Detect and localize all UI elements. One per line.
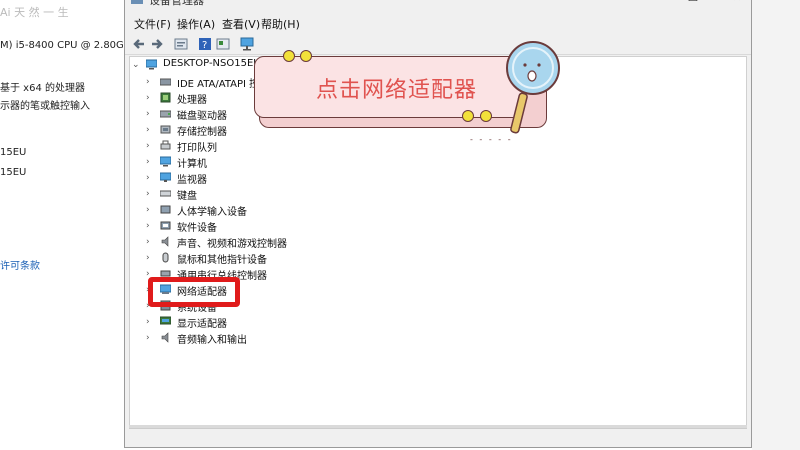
chevron-right-icon[interactable]: › [146, 237, 154, 247]
help-icon[interactable]: ? [197, 36, 213, 52]
pin-dot [462, 110, 474, 122]
keyboard-icon [159, 188, 172, 199]
pin-dot [300, 50, 312, 62]
menu-file[interactable]: 文件(F) [134, 16, 171, 32]
pin-dot [480, 110, 492, 122]
close-button[interactable]: ✕ [727, 0, 747, 4]
hid-icon [160, 204, 171, 215]
background-system-page: Ai 天 然 一 生 M) i5-8400 CPU @ 2.80GHz 基于 x… [0, 0, 137, 450]
tree-item-label: 打印队列 [177, 143, 217, 154]
window-title: 设备管理器 [149, 0, 204, 7]
tree-item-label: 音频输入和输出 [177, 335, 247, 346]
tree-item-label: 鼠标和其他指针设备 [177, 255, 267, 266]
chevron-right-icon[interactable]: › [146, 173, 154, 183]
properties-icon[interactable] [173, 36, 189, 52]
computer-icon [159, 156, 172, 167]
forward-arrow-icon[interactable] [149, 36, 165, 52]
system-type-text: 基于 x64 的处理器 [0, 83, 85, 94]
maximize-button[interactable]: ☐ [683, 0, 703, 4]
back-arrow-icon[interactable] [131, 36, 147, 52]
storage-controller-icon [160, 124, 171, 135]
device-manager-app-icon [131, 0, 143, 4]
chevron-right-icon[interactable]: › [146, 141, 154, 151]
tree-item-label: 键盘 [177, 191, 197, 202]
view-icon[interactable] [215, 36, 231, 52]
background-right-strip [752, 0, 800, 450]
root-label: DESKTOP-NSO15EU [163, 58, 261, 69]
screen: Ai 天 然 一 生 M) i5-8400 CPU @ 2.80GHz 基于 x… [0, 0, 800, 450]
minimize-button[interactable]: — [635, 0, 655, 4]
chevron-right-icon[interactable]: › [146, 317, 154, 327]
tree-item-label: 处理器 [177, 95, 207, 106]
toolbar: ? [125, 33, 751, 55]
disk-drive-icon [159, 108, 172, 119]
chevron-right-icon[interactable]: › [146, 93, 154, 103]
highlight-box [148, 277, 240, 307]
chevron-right-icon[interactable]: › [146, 125, 154, 135]
chevron-right-icon[interactable]: › [146, 157, 154, 167]
license-terms-link[interactable]: 许可条款 [0, 257, 40, 272]
svg-text:?: ? [202, 40, 207, 51]
chevron-right-icon[interactable]: › [146, 221, 154, 231]
pen-touch-text: 示器的笔或触控输入 [0, 101, 90, 112]
tree-item-label: 显示适配器 [177, 319, 227, 330]
title-bar: 设备管理器 — ☐ ✕ [125, 0, 751, 8]
chevron-right-icon[interactable]: › [146, 77, 154, 87]
menu-view[interactable]: 查看(V) [222, 16, 260, 32]
print-queue-icon [160, 140, 171, 151]
status-bar [129, 428, 747, 442]
chevron-right-icon[interactable]: › [146, 333, 154, 343]
tree-item-label: 软件设备 [177, 223, 217, 234]
tree-item-label: 存储控制器 [177, 127, 227, 138]
tree-item-label: 声音、视频和游戏控制器 [177, 239, 287, 250]
pin-dot [283, 50, 295, 62]
magnifier-icon [506, 41, 560, 134]
tree-item-label: 监视器 [177, 175, 207, 186]
chevron-right-icon[interactable]: › [146, 205, 154, 215]
callout-text: 点击网络适配器 [316, 78, 478, 103]
tree-item-label: 人体学输入设备 [177, 207, 247, 218]
menu-action[interactable]: 操作(A) [177, 16, 215, 32]
display-adapter-icon [159, 316, 172, 327]
chevron-right-icon[interactable]: › [146, 189, 154, 199]
audio-io-icon [160, 332, 171, 343]
ide-controller-icon [159, 76, 172, 87]
monitor-icon[interactable] [239, 36, 255, 52]
processor-text: M) i5-8400 CPU @ 2.80GHz [0, 40, 137, 51]
sound-icon [160, 236, 171, 247]
chevron-right-icon[interactable]: › [146, 109, 154, 119]
watermark: Ai 天 然 一 生 [0, 6, 69, 19]
monitor-icon [159, 172, 172, 183]
full-computer-name-text: 15EU [0, 167, 27, 178]
chevron-right-icon[interactable]: › [146, 253, 154, 263]
mouse-icon [160, 252, 171, 263]
computer-root-icon [145, 59, 158, 70]
software-device-icon [160, 220, 171, 231]
menu-help[interactable]: 帮助(H) [261, 16, 300, 32]
menu-bar: 文件(F) 操作(A) 查看(V) 帮助(H) [125, 14, 751, 32]
chevron-down-icon[interactable]: ⌄ [132, 60, 140, 70]
processor-icon [160, 92, 171, 103]
computer-name-text: 15EU [0, 147, 27, 158]
tree-item-label: 计算机 [177, 159, 207, 170]
tree-item-label: 磁盘驱动器 [177, 111, 227, 122]
